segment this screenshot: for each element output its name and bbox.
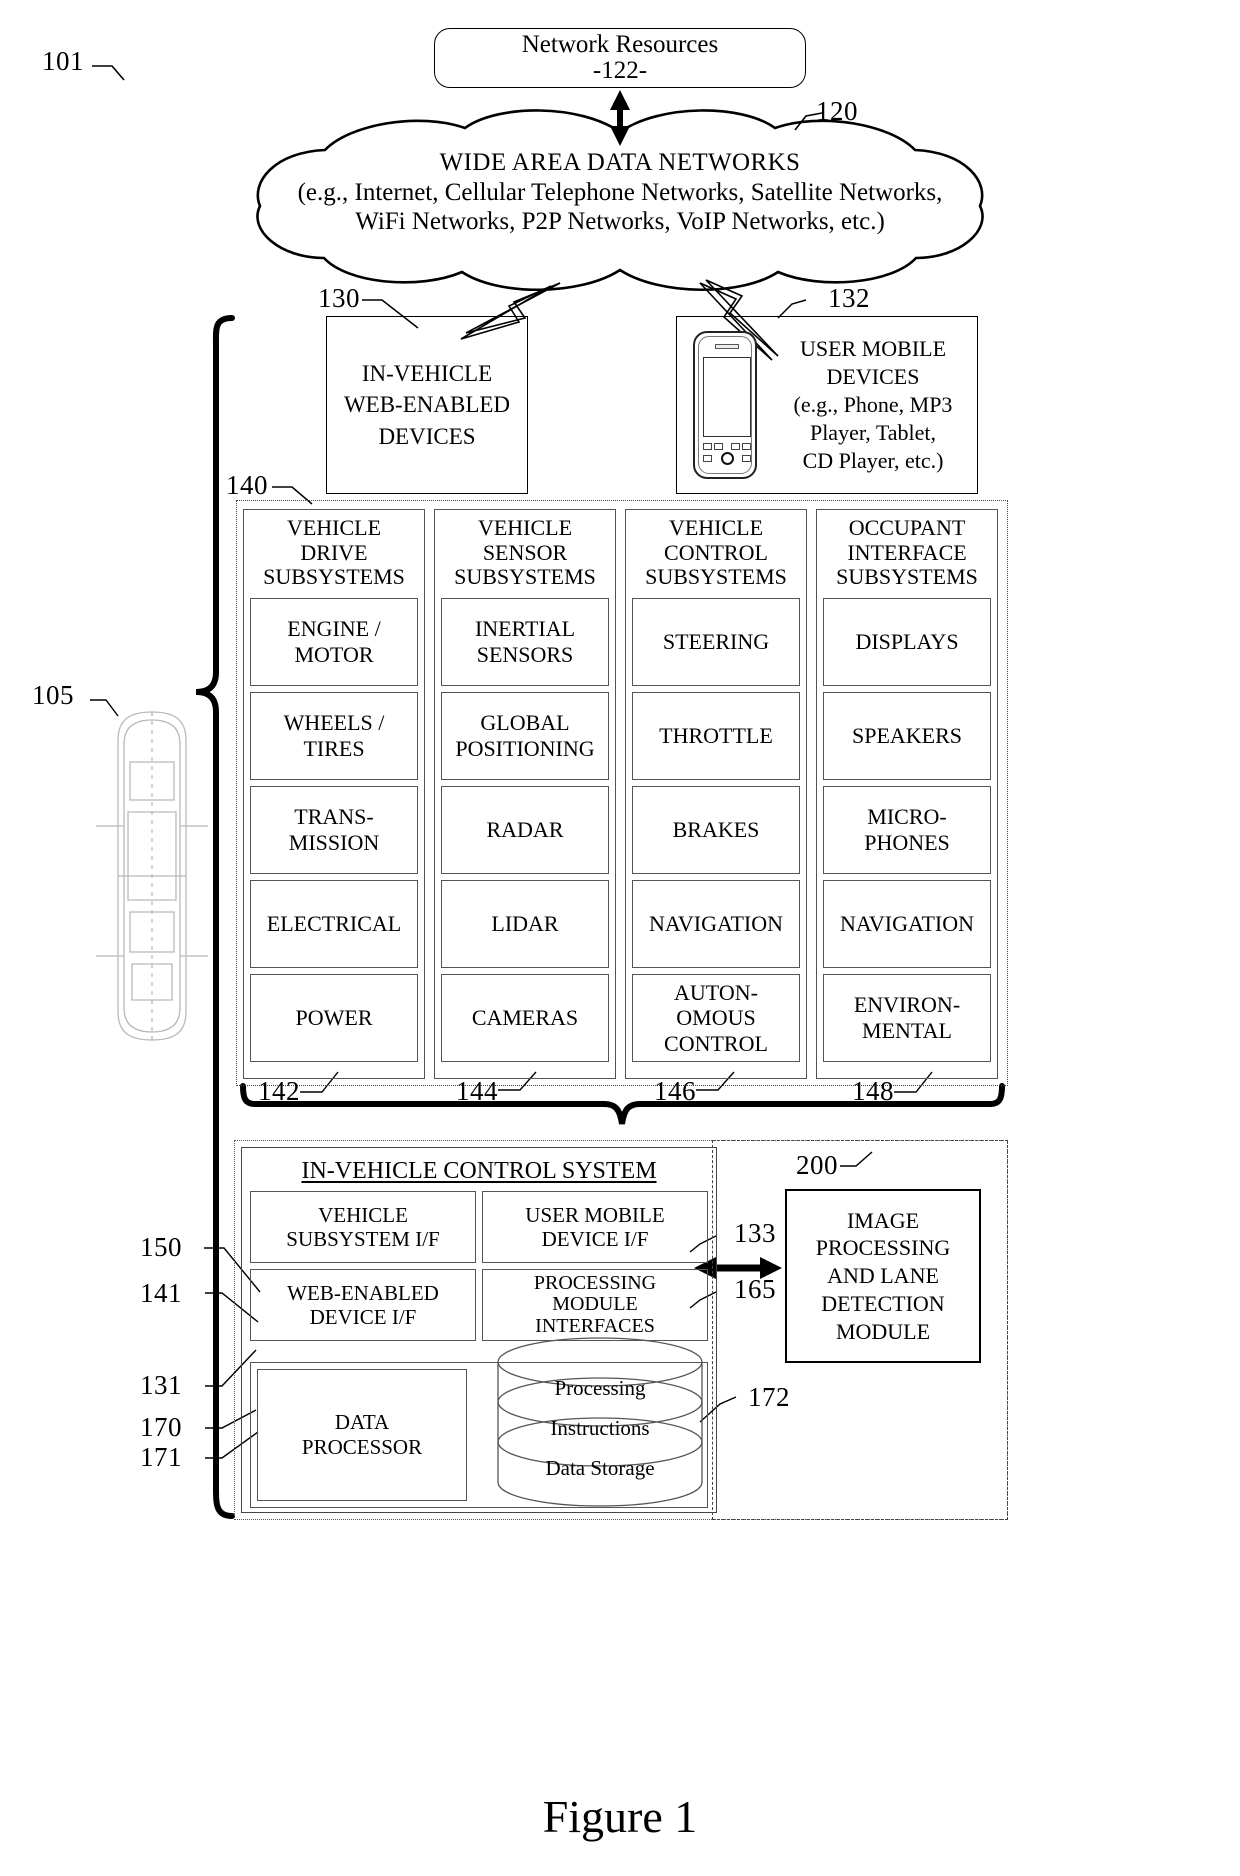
subsystem-item-electrical[interactable]: ELECTRICAL xyxy=(250,880,418,968)
subsystem-item-displays[interactable]: DISPLAYS xyxy=(823,598,991,686)
ref-131: 131 xyxy=(140,1370,182,1400)
ref-148: 148 xyxy=(852,1076,894,1106)
ipm-line-5: MODULE xyxy=(835,1318,931,1344)
subsystem-item-environmental[interactable]: ENVIRON- MENTAL xyxy=(823,974,991,1062)
in-vehicle-web-enabled-devices-box: IN-VEHICLE WEB-ENABLED DEVICES xyxy=(326,316,528,494)
vehicle-subsystem-interface-cell[interactable]: VEHICLE SUBSYSTEM I/F xyxy=(250,1191,476,1263)
ref-120: 120 xyxy=(816,96,858,126)
in-vehicle-devices-line-1: IN-VEHICLE xyxy=(361,361,493,387)
subsystem-item-navigation-control[interactable]: NAVIGATION xyxy=(632,880,800,968)
ref-170: 170 xyxy=(140,1412,182,1442)
image-processing-module-region: IMAGE PROCESSING AND LANE DETECTION MODU… xyxy=(712,1140,1008,1520)
storage-label-data-storage: Data Storage xyxy=(545,1456,655,1480)
subsystem-item-wheels-tires[interactable]: WHEELS / TIRES xyxy=(250,692,418,780)
sensor-title-line-3: SUBSYSTEMS xyxy=(454,564,596,590)
vehicle-control-subsystems-column: VEHICLE CONTROL SUBSYSTEMS STEERING THRO… xyxy=(625,509,807,1079)
ref-146: 146 xyxy=(654,1076,696,1106)
control-title-line-2: CONTROL xyxy=(664,539,768,565)
ref-101-leader xyxy=(92,65,125,81)
occupant-title-line-1: OCCUPANT xyxy=(848,515,966,540)
network-cloud-arrow xyxy=(610,90,630,146)
cloud-line-3: WiFi Networks, P2P Networks, VoIP Networ… xyxy=(355,208,885,235)
ref-130: 130 xyxy=(318,283,360,313)
control-system-row-1: VEHICLE SUBSYSTEM I/F USER MOBILE DEVICE… xyxy=(250,1191,708,1263)
subsystem-item-autonomous-control[interactable]: AUTON- OMOUS CONTROL xyxy=(632,974,800,1062)
processing-module-interfaces-cell[interactable]: PROCESSING MODULE INTERFACES xyxy=(482,1269,708,1341)
user-mobile-line-3: (e.g., Phone, MP3 xyxy=(793,391,953,417)
ref-171: 171 xyxy=(140,1442,182,1472)
ref-140: 140 xyxy=(226,470,268,500)
sensor-title-line-2: SENSOR xyxy=(482,539,568,565)
mobile-phone-icon xyxy=(677,317,773,493)
network-resources-title: Network Resources xyxy=(521,30,719,58)
subsystem-item-steering[interactable]: STEERING xyxy=(632,598,800,686)
image-processing-and-lane-detection-module-box[interactable]: IMAGE PROCESSING AND LANE DETECTION MODU… xyxy=(785,1189,981,1363)
subsystem-item-global-positioning[interactable]: GLOBAL POSITIONING xyxy=(441,692,609,780)
storage-label-processing: Processing xyxy=(554,1376,646,1400)
column-title-sensor: VEHICLE SENSOR SUBSYSTEMS xyxy=(441,514,609,598)
in-vehicle-devices-line-2: WEB-ENABLED xyxy=(343,392,511,418)
control-system-row-2: WEB-ENABLED DEVICE I/F PROCESSING MODULE… xyxy=(250,1269,708,1341)
network-resources-box: Network Resources -122- xyxy=(434,28,806,88)
ref-105-leader xyxy=(90,699,119,717)
network-resources-ref: -122- xyxy=(592,57,648,84)
drive-title-line-2: DRIVE xyxy=(300,539,368,565)
cloud-line-2: (e.g., Internet, Cellular Telephone Netw… xyxy=(297,178,943,206)
ipm-line-4: DETECTION xyxy=(821,1290,945,1316)
subsystem-item-microphones[interactable]: MICRO- PHONES xyxy=(823,786,991,874)
subsystem-item-throttle[interactable]: THROTTLE xyxy=(632,692,800,780)
ref-141: 141 xyxy=(140,1278,182,1308)
figure-caption: Figure 1 xyxy=(542,1791,698,1842)
subsystem-item-radar[interactable]: RADAR xyxy=(441,786,609,874)
user-mobile-line-1: USER MOBILE xyxy=(799,335,947,361)
drive-title-line-3: SUBSYSTEMS xyxy=(263,564,405,590)
ipm-line-3: AND LANE xyxy=(827,1263,939,1289)
storage-label-instructions: Instructions xyxy=(550,1416,650,1440)
control-title-line-1: VEHICLE xyxy=(668,515,764,540)
subsystem-item-transmission[interactable]: TRANS- MISSION xyxy=(250,786,418,874)
ref-105: 105 xyxy=(32,680,74,710)
ref-142: 142 xyxy=(258,1076,300,1106)
ref-150: 150 xyxy=(140,1232,182,1262)
occupant-title-line-3: SUBSYSTEMS xyxy=(836,564,978,590)
cloud-title: WIDE AREA DATA NETWORKS xyxy=(439,149,801,176)
sensor-title-line-1: VEHICLE xyxy=(477,515,573,540)
occupant-interface-subsystems-column: OCCUPANT INTERFACE SUBSYSTEMS DISPLAYS S… xyxy=(816,509,998,1079)
web-enabled-device-interface-cell[interactable]: WEB-ENABLED DEVICE I/F xyxy=(250,1269,476,1341)
in-vehicle-devices-line-3: DEVICES xyxy=(378,423,476,449)
subsystem-item-cameras[interactable]: CAMERAS xyxy=(441,974,609,1062)
user-mobile-device-interface-cell[interactable]: USER MOBILE DEVICE I/F xyxy=(482,1191,708,1263)
user-mobile-devices-box: USER MOBILE DEVICES (e.g., Phone, MP3 Pl… xyxy=(676,316,978,494)
ref-101: 101 xyxy=(42,46,84,76)
user-mobile-devices-label: USER MOBILE DEVICES (e.g., Phone, MP3 Pl… xyxy=(773,317,977,493)
occupant-title-line-2: INTERFACE xyxy=(847,539,967,565)
column-title-occupant: OCCUPANT INTERFACE SUBSYSTEMS xyxy=(823,514,991,598)
patent-figure-canvas: 101 Network Resources -122- WIDE AREA DA… xyxy=(0,0,1240,1876)
vehicle-sensor-subsystems-column: VEHICLE SENSOR SUBSYSTEMS INERTIAL SENSO… xyxy=(434,509,616,1079)
wide-area-networks-label: WIDE AREA DATA NETWORKS (e.g., Internet,… xyxy=(270,148,970,237)
ref-144: 144 xyxy=(456,1076,498,1106)
data-processor-cell[interactable]: DATA PROCESSOR xyxy=(257,1369,467,1501)
user-mobile-line-5: CD Player, etc.) xyxy=(802,448,944,474)
ipm-line-2: PROCESSING xyxy=(815,1235,951,1261)
column-title-drive: VEHICLE DRIVE SUBSYSTEMS xyxy=(250,514,418,598)
ipm-line-1: IMAGE xyxy=(846,1207,920,1233)
subsystem-item-inertial-sensors[interactable]: INERTIAL SENSORS xyxy=(441,598,609,686)
subsystem-item-brakes[interactable]: BRAKES xyxy=(632,786,800,874)
drive-title-line-1: VEHICLE xyxy=(286,515,382,540)
control-system-title: IN-VEHICLE CONTROL SYSTEM xyxy=(301,1158,657,1184)
subsystem-item-engine-motor[interactable]: ENGINE / MOTOR xyxy=(250,598,418,686)
user-mobile-line-2: DEVICES xyxy=(826,363,920,389)
subsystem-item-navigation-occupant[interactable]: NAVIGATION xyxy=(823,880,991,968)
subsystem-item-speakers[interactable]: SPEAKERS xyxy=(823,692,991,780)
vehicle-subsystems-frame: VEHICLE DRIVE SUBSYSTEMS ENGINE / MOTOR … xyxy=(236,500,1008,1086)
user-mobile-line-4: Player, Tablet, xyxy=(809,420,937,446)
vehicle-drive-subsystems-column: VEHICLE DRIVE SUBSYSTEMS ENGINE / MOTOR … xyxy=(243,509,425,1079)
column-title-control: VEHICLE CONTROL SUBSYSTEMS xyxy=(632,514,800,598)
control-title-line-3: SUBSYSTEMS xyxy=(645,564,787,590)
vehicle-outline xyxy=(96,711,208,1041)
subsystem-item-power[interactable]: POWER xyxy=(250,974,418,1062)
subsystem-item-lidar[interactable]: LIDAR xyxy=(441,880,609,968)
ref-132: 132 xyxy=(828,283,870,313)
